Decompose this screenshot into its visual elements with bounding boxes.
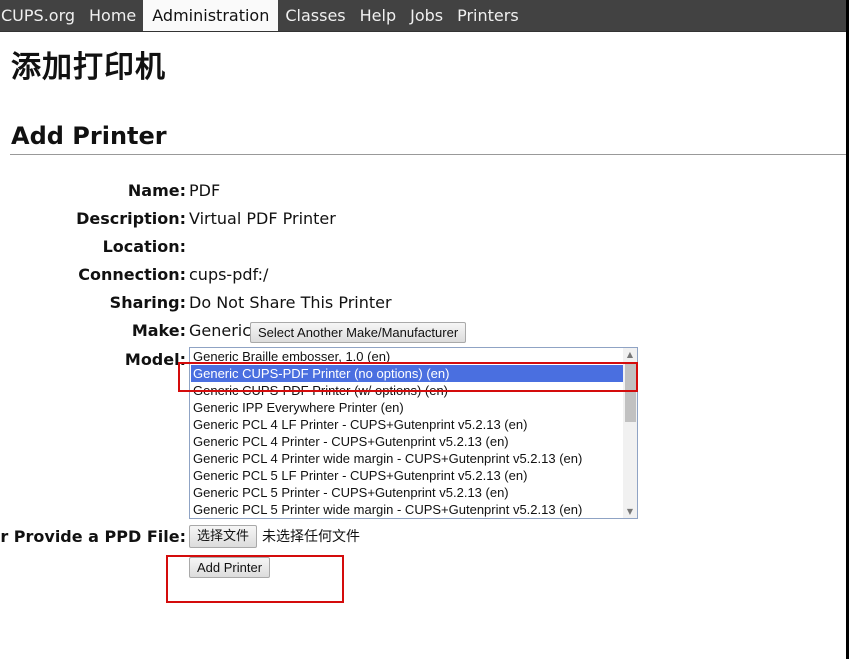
select-make-button[interactable]: Select Another Make/Manufacturer — [250, 322, 467, 343]
connection-row: Connection: cups-pdf:/ — [0, 264, 849, 286]
model-row: Model: — [0, 349, 186, 371]
page-title: 添加打印机 — [11, 50, 166, 85]
description-label: Description: — [76, 209, 186, 228]
nav-classes[interactable]: Classes — [278, 0, 352, 31]
sharing-label: Sharing: — [109, 293, 186, 312]
connection-label: Connection: — [78, 265, 186, 284]
nav-help[interactable]: Help — [353, 0, 403, 31]
location-row: Location: — [0, 236, 849, 258]
scroll-down-icon[interactable]: ▼ — [623, 505, 637, 518]
make-label: Make: — [131, 321, 186, 340]
nav-home[interactable]: Home — [82, 0, 143, 31]
model-option[interactable]: Generic CUPS-PDF Printer (no options) (e… — [191, 365, 623, 382]
model-option[interactable]: Generic PCL 5 Printer - CUPS+Gutenprint … — [191, 484, 623, 501]
model-option[interactable]: Generic Braille embosser, 1.0 (en) — [191, 348, 623, 365]
name-label: Name: — [127, 181, 186, 200]
model-select-scrollbar[interactable]: ▲ ▼ — [623, 348, 637, 518]
sharing-value: Do Not Share This Printer — [189, 293, 392, 312]
model-option[interactable]: Generic PCL 5 LF Printer - CUPS+Gutenpri… — [191, 467, 623, 484]
location-label: Location: — [102, 237, 186, 256]
model-option[interactable]: Generic IPP Everywhere Printer (en) — [191, 399, 623, 416]
ppd-label: Or Provide a PPD File: — [0, 527, 186, 546]
description-value: Virtual PDF Printer — [189, 209, 336, 228]
add-printer-button[interactable]: Add Printer — [189, 557, 271, 578]
model-label: Model: — [124, 350, 186, 369]
model-option[interactable]: Generic PCL 4 LF Printer - CUPS+Gutenpri… — [191, 416, 623, 433]
connection-value: cups-pdf:/ — [189, 265, 269, 284]
make-value: Generic — [189, 321, 252, 340]
name-row: Name: PDF — [0, 180, 849, 202]
section-title: Add Printer — [11, 122, 167, 150]
nav-administration[interactable]: Administration — [143, 0, 279, 31]
choose-file-button[interactable]: 选择文件 — [189, 525, 258, 548]
top-nav: CUPS.org Home Administration Classes Hel… — [0, 0, 846, 32]
scrollbar-thumb[interactable] — [625, 362, 636, 422]
section-divider — [10, 154, 846, 155]
model-option[interactable]: Generic PCL 4 Printer - CUPS+Gutenprint … — [191, 433, 623, 450]
model-select[interactable]: Generic Braille embosser, 1.0 (en) Generi… — [189, 347, 638, 519]
nav-jobs[interactable]: Jobs — [403, 0, 450, 31]
no-file-text: 未选择任何文件 — [262, 529, 360, 545]
sharing-row: Sharing: Do Not Share This Printer — [0, 292, 849, 314]
model-option[interactable]: Generic PCL 4 Printer wide margin - CUPS… — [191, 450, 623, 467]
nav-cups-org[interactable]: CUPS.org — [0, 0, 82, 31]
ppd-row: Or Provide a PPD File: — [0, 526, 849, 548]
nav-printers[interactable]: Printers — [450, 0, 526, 31]
description-row: Description: Virtual PDF Printer — [0, 208, 849, 230]
model-option[interactable]: Generic PCL 5 Printer wide margin - CUPS… — [191, 501, 623, 518]
scroll-up-icon[interactable]: ▲ — [623, 348, 637, 361]
name-value: PDF — [189, 181, 221, 200]
model-option[interactable]: Generic CUPS-PDF Printer (w/ options) (e… — [191, 382, 623, 399]
